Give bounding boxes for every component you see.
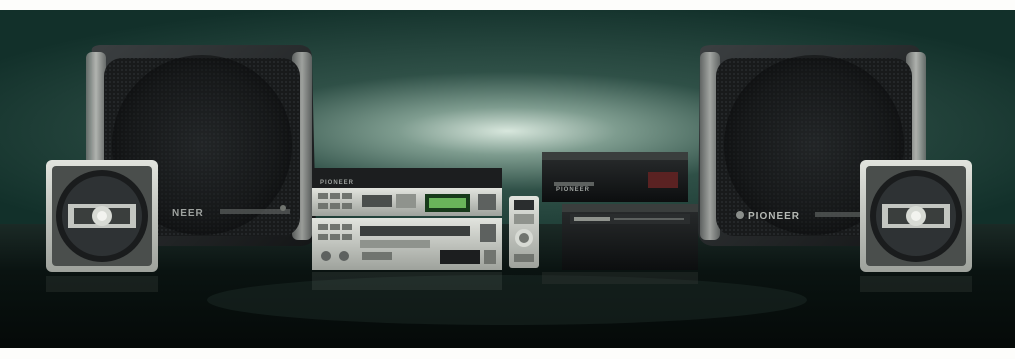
brand-label-deck: PIONEER (320, 180, 354, 186)
amp-indicator (648, 172, 678, 188)
car-audio-system-photo: NEER PIONEER PIONEER PIONEER (0, 0, 1015, 359)
amplifier-stack: PIONEER (542, 152, 698, 270)
remote-controller (509, 196, 539, 268)
bottom-margin (0, 348, 1015, 359)
brand-label-right: PIONEER (748, 211, 800, 222)
left-small-speaker (46, 160, 158, 272)
brand-label-left: NEER (172, 208, 204, 219)
product-photo: NEER PIONEER PIONEER PIONEER (0, 0, 1015, 359)
top-margin (0, 0, 1015, 10)
brand-label-amp: PIONEER (556, 187, 590, 193)
head-unit-stack: PIONEER (312, 168, 502, 270)
right-small-speaker (860, 160, 972, 272)
